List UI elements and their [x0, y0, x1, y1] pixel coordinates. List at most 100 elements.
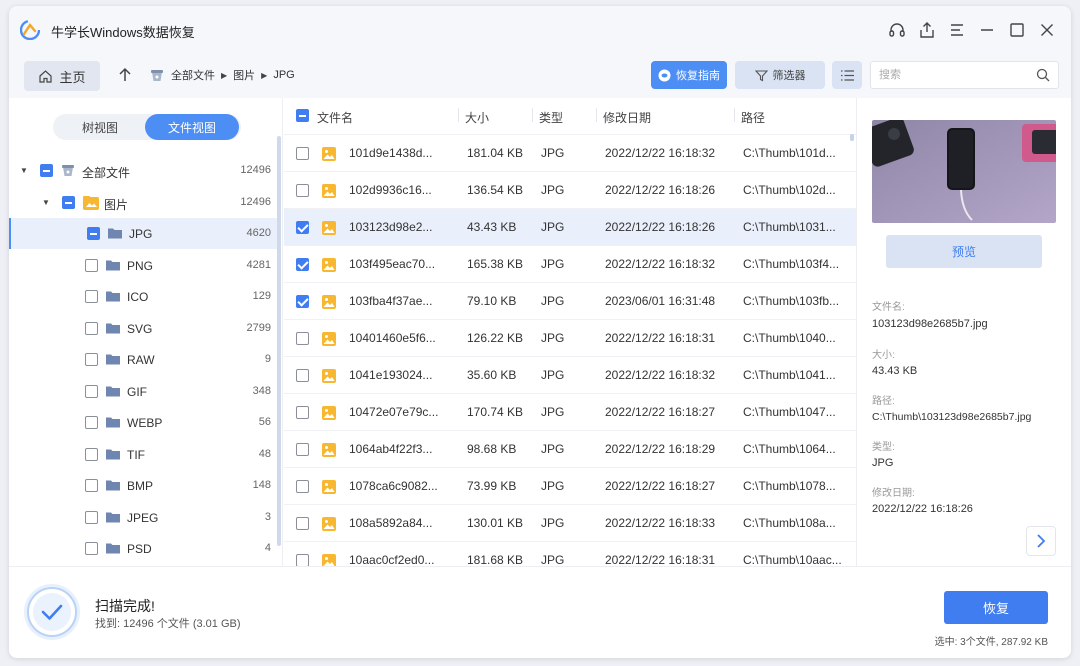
- tree-item-checkbox[interactable]: [85, 353, 98, 366]
- tree-item[interactable]: WEBP 56: [9, 407, 277, 438]
- table-row[interactable]: 103123d98e2... 43.43 KB JPG 2022/12/22 16:1…: [284, 208, 856, 245]
- column-header-type[interactable]: 类型: [539, 109, 563, 126]
- tree-item-count: 9: [264, 353, 271, 365]
- tree-item[interactable]: TIF 48: [9, 439, 277, 470]
- image-file-icon: [321, 220, 337, 236]
- recovery-guide-label: 恢复指南: [676, 70, 720, 82]
- cell-path: C:\Thumb\1047...: [743, 405, 836, 419]
- breadcrumb-item[interactable]: 图片: [233, 67, 255, 83]
- tab-file-view[interactable]: 文件视图: [145, 114, 239, 140]
- row-checkbox[interactable]: [296, 443, 309, 456]
- column-header-name[interactable]: 文件名: [317, 109, 353, 126]
- preview-panel: 预览 文件名: 103123d98e2685b7.jpg 大小: 43.43 K…: [856, 98, 1071, 566]
- tree-item-checkbox[interactable]: [85, 321, 98, 335]
- tree-item[interactable]: ▼ 图片 12496: [9, 187, 277, 218]
- select-all-checkbox[interactable]: [296, 109, 309, 122]
- recover-button[interactable]: 恢复: [944, 591, 1048, 624]
- tree-item[interactable]: BMP 148: [9, 470, 277, 501]
- home-button[interactable]: 主页: [24, 61, 100, 91]
- tree-item-checkbox[interactable]: [85, 510, 98, 524]
- tree-item-count: 348: [252, 384, 271, 397]
- row-checkbox[interactable]: [296, 332, 309, 345]
- folder-icon: [105, 383, 121, 399]
- table-row[interactable]: 1078ca6c9082... 73.99 KB JPG 2022/12/22 16:…: [284, 467, 856, 504]
- expand-arrow-icon[interactable]: ▼: [42, 198, 50, 207]
- tree-item-label: ICO: [127, 290, 149, 304]
- table-row[interactable]: 102d9936c16... 136.54 KB JPG 2022/12/22 16:…: [284, 171, 856, 208]
- row-checkbox[interactable]: [296, 295, 309, 308]
- share-icon[interactable]: [915, 18, 939, 42]
- preview-button[interactable]: 预览: [886, 235, 1042, 268]
- menu-icon[interactable]: [945, 18, 969, 42]
- cell-filename: 103123d98e2...: [349, 220, 433, 234]
- tree-item[interactable]: SVG 2799: [9, 313, 277, 344]
- column-header-path[interactable]: 路径: [741, 109, 765, 126]
- tree-item[interactable]: ▼ 全部文件 12496: [9, 155, 277, 186]
- tree-item-checkbox[interactable]: [85, 416, 98, 429]
- image-file-icon: [321, 146, 337, 162]
- table-row[interactable]: 10401460e5f6... 126.22 KB JPG 2022/12/22 16…: [284, 319, 856, 356]
- drive-icon: [60, 162, 76, 178]
- table-row[interactable]: 108a5892a84... 130.01 KB JPG 2022/12/22 16:…: [284, 504, 856, 541]
- search-icon[interactable]: [1036, 68, 1050, 82]
- cell-type: JPG: [541, 146, 565, 160]
- column-header-size[interactable]: 大小: [465, 109, 489, 126]
- row-checkbox[interactable]: [296, 480, 309, 493]
- tree-item[interactable]: JPG 4620: [9, 218, 277, 249]
- image-file-icon: [321, 516, 337, 532]
- tree-item-checkbox[interactable]: [85, 290, 98, 303]
- image-file-icon: [321, 442, 337, 458]
- search-input[interactable]: [879, 67, 1029, 83]
- cell-date: 2022/12/22 16:18:27: [605, 405, 716, 419]
- table-row[interactable]: 101d9e1438d... 181.04 KB JPG 2022/12/22 16:…: [284, 134, 856, 171]
- filter-button[interactable]: 筛选器: [735, 61, 825, 89]
- row-checkbox[interactable]: [296, 369, 309, 382]
- tree-item[interactable]: GIF 348: [9, 376, 277, 407]
- support-headset-icon[interactable]: [885, 18, 909, 42]
- list-view-button[interactable]: [832, 61, 862, 89]
- row-checkbox[interactable]: [296, 147, 309, 160]
- column-header-date[interactable]: 修改日期: [603, 109, 651, 126]
- table-row[interactable]: 103f495eac70... 165.38 KB JPG 2022/12/22 16…: [284, 245, 856, 282]
- date-label: 修改日期:: [872, 488, 915, 499]
- cell-date: 2022/12/22 16:18:29: [605, 442, 716, 456]
- maximize-icon[interactable]: [1005, 18, 1029, 42]
- table-row[interactable]: 10472e07e79c... 170.74 KB JPG 2022/12/22 16…: [284, 393, 856, 430]
- tree-item-count: 4: [264, 542, 271, 554]
- table-row[interactable]: 103fba4f37ae... 79.10 KB JPG 2023/06/01 16:…: [284, 282, 856, 319]
- row-checkbox[interactable]: [296, 406, 309, 419]
- tree-item-checkbox[interactable]: [87, 227, 100, 240]
- expand-arrow-icon[interactable]: ▼: [20, 166, 28, 175]
- recovery-guide-button[interactable]: 恢复指南: [651, 61, 727, 89]
- tree-item[interactable]: PNG 4281: [9, 250, 277, 281]
- table-scrollbar[interactable]: [850, 134, 854, 141]
- table-row[interactable]: 1064ab4f22f3... 98.68 KB JPG 2022/12/22 16:…: [284, 430, 856, 467]
- image-file-icon: [321, 183, 337, 199]
- row-checkbox[interactable]: [296, 221, 309, 234]
- tree-item-checkbox[interactable]: [62, 195, 75, 209]
- breadcrumb-item[interactable]: 全部文件: [171, 67, 215, 83]
- tab-tree-view[interactable]: 树视图: [53, 114, 147, 140]
- tree-item[interactable]: PSD 4: [9, 533, 277, 564]
- table-row[interactable]: 1041e193024... 35.60 KB JPG 2022/12/22 16:1…: [284, 356, 856, 393]
- row-checkbox[interactable]: [296, 258, 309, 271]
- tree-item-checkbox[interactable]: [85, 542, 98, 555]
- tree-item-checkbox[interactable]: [40, 164, 53, 177]
- tree-item-checkbox[interactable]: [85, 384, 98, 398]
- tree-item-checkbox[interactable]: [85, 447, 98, 461]
- row-checkbox[interactable]: [296, 517, 309, 530]
- breadcrumb-item[interactable]: JPG: [273, 69, 294, 81]
- tree-item-count: 129: [252, 290, 271, 302]
- tree-item[interactable]: ICO 129: [9, 281, 277, 312]
- close-icon[interactable]: [1035, 18, 1059, 42]
- tree-item-checkbox[interactable]: [85, 258, 98, 272]
- scan-status-detail: 找到: 12496 个文件 (3.01 GB): [95, 618, 241, 630]
- tree-item[interactable]: RAW 9: [9, 344, 277, 375]
- up-arrow-icon[interactable]: [115, 64, 135, 86]
- row-checkbox[interactable]: [296, 184, 309, 197]
- tree-item-checkbox[interactable]: [85, 479, 98, 492]
- tree-item[interactable]: JPEG 3: [9, 502, 277, 533]
- minimize-icon[interactable]: [975, 18, 999, 42]
- sidebar-scrollbar[interactable]: [277, 136, 281, 546]
- next-button[interactable]: [1026, 526, 1056, 556]
